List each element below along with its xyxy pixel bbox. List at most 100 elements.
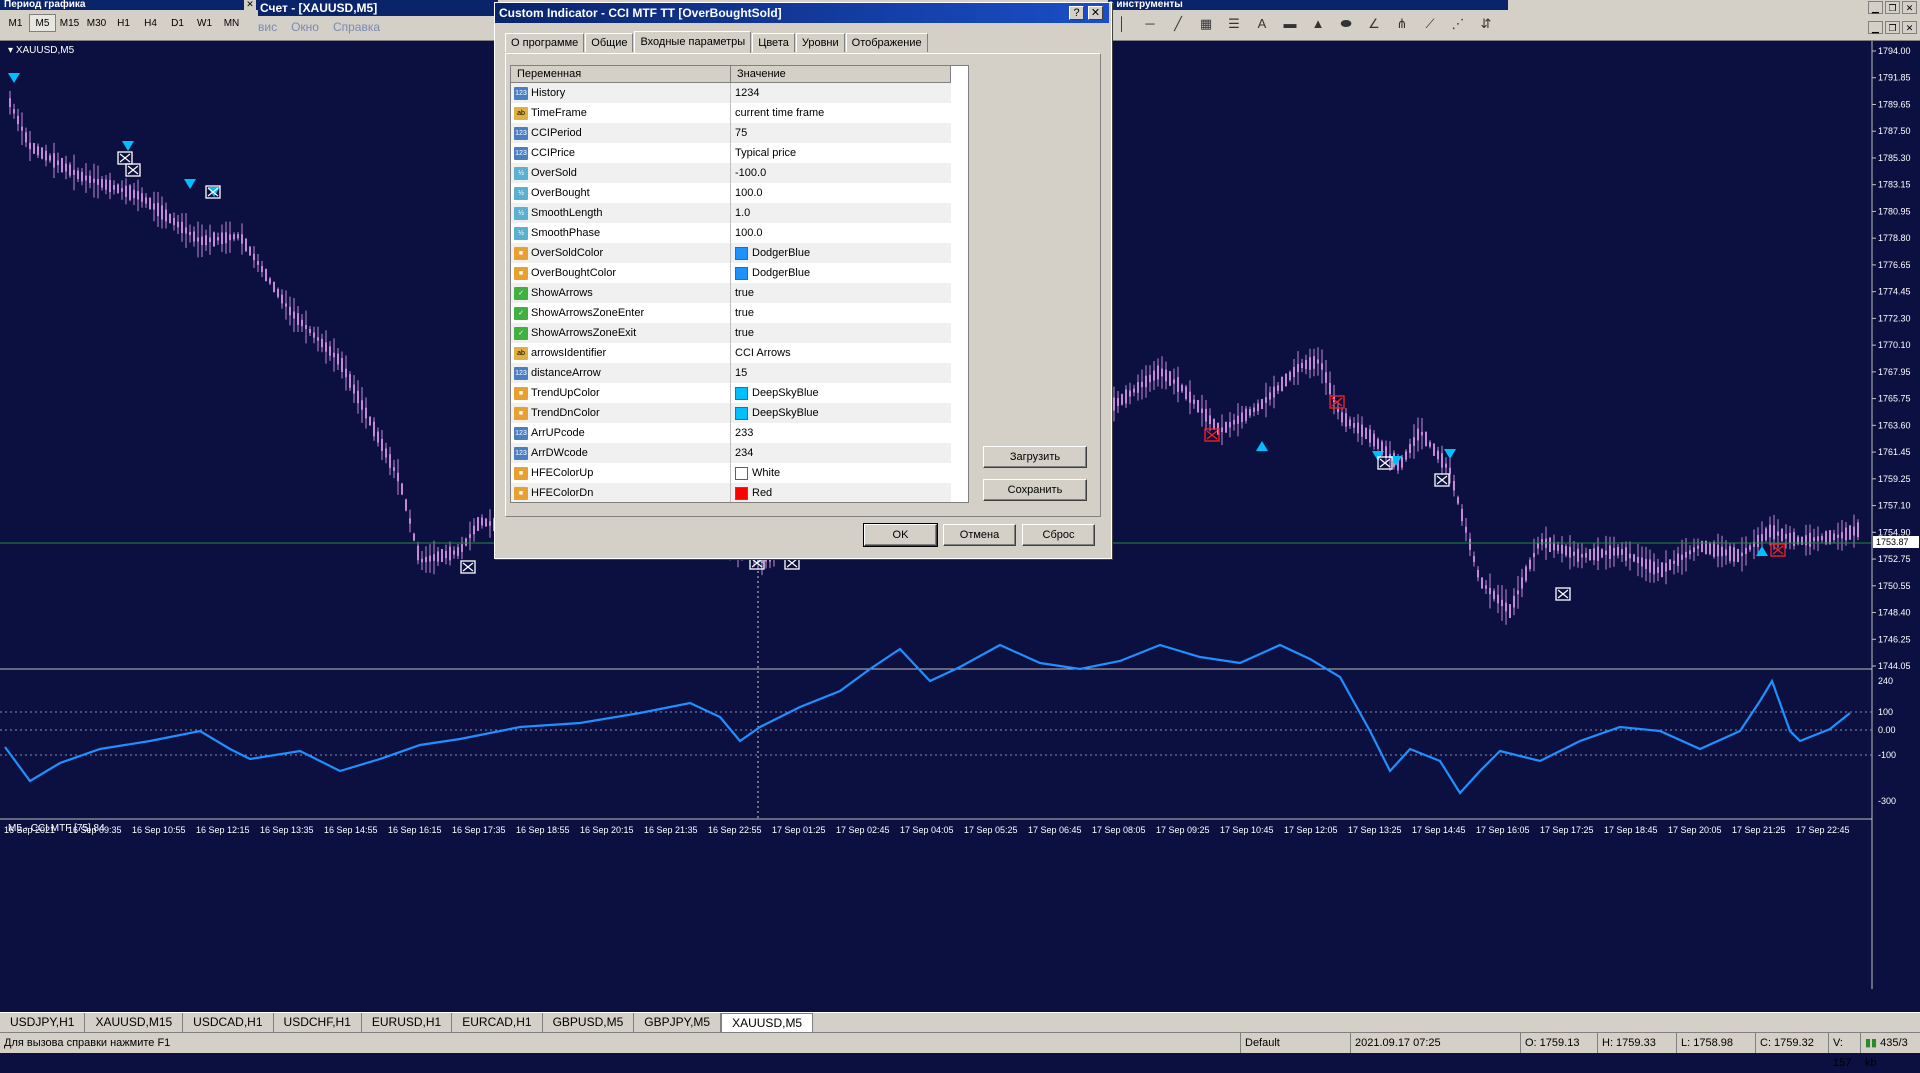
param-row[interactable]: 123 CCIPrice Typical price (511, 143, 951, 164)
param-row[interactable]: ■ TrendDnColor DeepSkyBlue (511, 403, 951, 424)
angle-icon[interactable]: ∠ (1364, 14, 1384, 34)
param-value-cell[interactable]: DodgerBlue (731, 243, 951, 263)
param-value-cell[interactable]: DeepSkyBlue (731, 403, 951, 423)
chart-tab-4[interactable]: EURUSD,H1 (362, 1013, 453, 1032)
dialog-close-button[interactable]: ✕ (1088, 6, 1103, 20)
chart-tab-0[interactable]: USDJPY,H1 (0, 1013, 86, 1032)
param-row[interactable]: ab arrowsIdentifier CCI Arrows (511, 343, 951, 364)
param-row[interactable]: ■ OverSoldColor DodgerBlue (511, 243, 951, 264)
ok-button[interactable]: OK (863, 523, 938, 547)
parameters-grid[interactable]: Переменная Значение 123 History 1234 ab Time… (510, 65, 969, 503)
rectangle-icon[interactable]: ▬ (1280, 14, 1300, 34)
help-button[interactable]: ? (1069, 6, 1084, 20)
close-icon[interactable]: ✕ (1902, 21, 1917, 34)
timeframe-d1[interactable]: D1 (164, 14, 191, 32)
param-row[interactable]: ½ OverSold -100.0 (511, 163, 951, 184)
param-value-cell[interactable]: -100.0 (731, 163, 951, 183)
param-row[interactable]: 123 ArrUPcode 233 (511, 423, 951, 444)
timeframe-m30[interactable]: M30 (83, 14, 110, 32)
param-value-cell[interactable]: 15 (731, 363, 951, 383)
restore-icon[interactable]: ❐ (1885, 21, 1900, 34)
dialog-tab-3[interactable]: Цвета (752, 33, 795, 52)
param-row[interactable]: ½ SmoothLength 1.0 (511, 203, 951, 224)
chart-tab-1[interactable]: XAUUSD,M15 (85, 1013, 184, 1032)
chart-tab-2[interactable]: USDCAD,H1 (183, 1013, 274, 1032)
param-row[interactable]: ✓ ShowArrows true (511, 283, 951, 304)
cancel-button[interactable]: Отмена (943, 524, 1016, 546)
param-value-cell[interactable]: Red (731, 483, 951, 502)
param-row[interactable]: 123 CCIPeriod 75 (511, 123, 951, 144)
reset-button[interactable]: Сброс (1022, 524, 1095, 546)
dialog-tab-4[interactable]: Уровни (795, 33, 845, 52)
param-row[interactable]: ½ SmoothPhase 100.0 (511, 223, 951, 244)
param-row[interactable]: ■ TrendUpColor DeepSkyBlue (511, 383, 951, 404)
scroll-down-icon[interactable]: ▼ (968, 486, 969, 502)
param-value-cell[interactable]: DodgerBlue (731, 263, 951, 283)
param-value-cell[interactable]: 1.0 (731, 203, 951, 223)
dialog-tab-5[interactable]: Отображение (845, 33, 928, 52)
timeframe-h4[interactable]: H4 (137, 14, 164, 32)
param-value-cell[interactable]: current time frame (731, 103, 951, 123)
chart-tab-7[interactable]: GBPJPY,M5 (634, 1013, 722, 1032)
param-row[interactable]: 123 ArrDWcode 234 (511, 443, 951, 464)
param-value-cell[interactable]: true (731, 303, 951, 323)
param-value-cell[interactable]: 100.0 (731, 183, 951, 203)
channel-icon[interactable]: ☰ (1224, 14, 1244, 34)
timeframe-mn[interactable]: MN (218, 14, 245, 32)
close-icon[interactable]: ✕ (244, 0, 256, 10)
chart-tab-5[interactable]: EURCAD,H1 (452, 1013, 543, 1032)
fibonacci-icon[interactable]: ▦ (1196, 14, 1216, 34)
save-button[interactable]: Сохранить (983, 479, 1087, 501)
chart-tab-3[interactable]: USDCHF,H1 (274, 1013, 362, 1032)
restore-icon[interactable]: ❐ (1885, 1, 1900, 14)
close-icon[interactable]: ✕ (1902, 1, 1917, 14)
dialog-tab-1[interactable]: Общие (585, 33, 634, 52)
chart-tab-6[interactable]: GBPUSD,M5 (543, 1013, 635, 1032)
param-value-cell[interactable]: DeepSkyBlue (731, 383, 951, 403)
param-value-cell[interactable]: true (731, 283, 951, 303)
timeframe-w1[interactable]: W1 (191, 14, 218, 32)
param-value-cell[interactable]: CCI Arrows (731, 343, 951, 363)
param-row[interactable]: 123 distanceArrow 15 (511, 363, 951, 384)
triangle-icon[interactable]: ▲ (1308, 14, 1328, 34)
param-row[interactable]: ✓ ShowArrowsZoneExit true (511, 323, 951, 344)
param-value-cell[interactable]: 100.0 (731, 223, 951, 243)
scroll-up-icon[interactable]: ▲ (968, 66, 969, 82)
gann-icon[interactable]: ⟋ (1420, 14, 1440, 34)
trendline-icon[interactable]: ╱ (1168, 14, 1188, 34)
menu-item-2[interactable]: Справка (333, 18, 380, 36)
ellipse-icon[interactable]: ⬬ (1336, 14, 1356, 34)
arrows-icon[interactable]: ⇵ (1476, 14, 1496, 34)
param-value-cell[interactable]: White (731, 463, 951, 483)
param-row[interactable]: ■ OverBoughtColor DodgerBlue (511, 263, 951, 284)
param-row[interactable]: ■ HFEColorDn Red (511, 483, 951, 502)
param-value-cell[interactable]: true (731, 323, 951, 343)
param-value-cell[interactable]: 234 (731, 443, 951, 463)
param-row[interactable]: 123 History 1234 (511, 83, 951, 104)
param-value-cell[interactable]: Typical price (731, 143, 951, 163)
param-value-cell[interactable]: 75 (731, 123, 951, 143)
timeframe-m1[interactable]: M1 (2, 14, 29, 32)
timeframe-h1[interactable]: H1 (110, 14, 137, 32)
minimize-icon[interactable]: ▁ (1868, 1, 1883, 14)
fan-icon[interactable]: ⋰ (1448, 14, 1468, 34)
timeframe-m5[interactable]: M5 (29, 14, 56, 32)
dialog-tab-2[interactable]: Входные параметры (634, 31, 752, 53)
timeframe-m15[interactable]: M15 (56, 14, 83, 32)
menu-item-0[interactable]: вис (258, 18, 277, 36)
chart-tab-8[interactable]: XAUUSD,M5 (721, 1013, 814, 1033)
param-row[interactable]: ½ OverBought 100.0 (511, 183, 951, 204)
param-value-cell[interactable]: 1234 (731, 83, 951, 103)
grid-scrollbar[interactable]: ▲ ▼ (968, 66, 969, 502)
scroll-thumb[interactable] (968, 83, 969, 437)
param-value-cell[interactable]: 233 (731, 423, 951, 443)
text-icon[interactable]: A (1252, 14, 1272, 34)
pitchfork-icon[interactable]: ⋔ (1392, 14, 1412, 34)
dialog-tab-0[interactable]: О программе (505, 33, 585, 52)
param-row[interactable]: ■ HFEColorUp White (511, 463, 951, 484)
load-button[interactable]: Загрузить (983, 446, 1087, 468)
menu-item-1[interactable]: Окно (291, 18, 319, 36)
param-row[interactable]: ✓ ShowArrowsZoneEnter true (511, 303, 951, 324)
minimize-icon[interactable]: ▁ (1868, 21, 1883, 34)
horizontal-line-icon[interactable]: ─ (1140, 14, 1160, 34)
